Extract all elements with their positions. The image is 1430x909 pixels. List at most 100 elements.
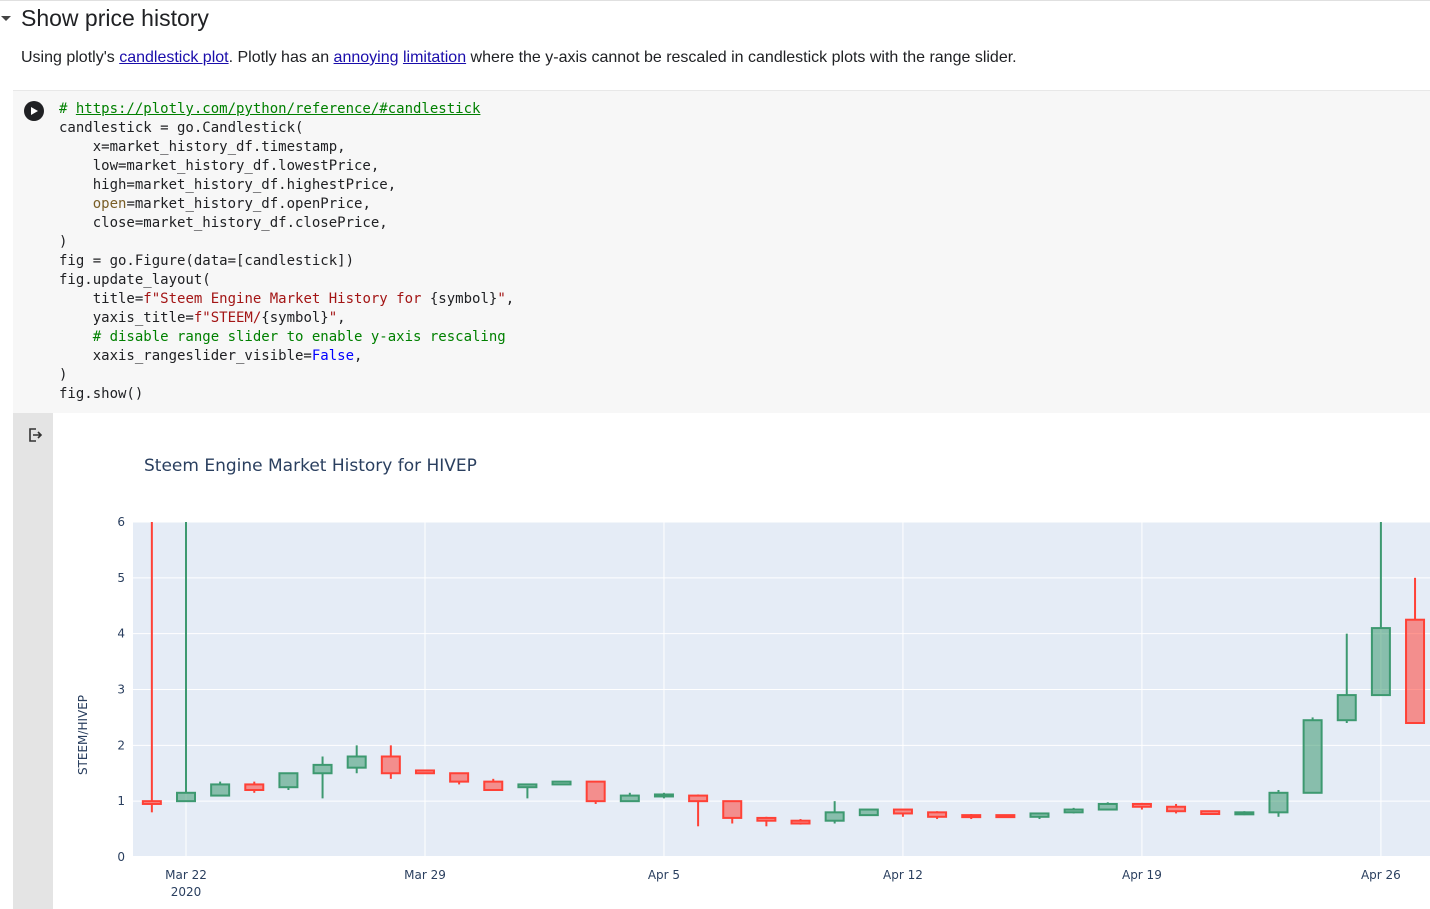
candle-increasing bbox=[1097, 802, 1118, 811]
yaxis-comma: , bbox=[337, 310, 346, 326]
x-tick-label: Apr 26 bbox=[1361, 868, 1401, 882]
output-gutter bbox=[13, 413, 53, 909]
candle-increasing bbox=[551, 780, 572, 786]
code-line-2: candlestick = go.Candlestick( bbox=[59, 120, 304, 136]
candle-increasing bbox=[858, 808, 879, 817]
candle-body bbox=[483, 780, 504, 791]
section-title: Show price history bbox=[21, 4, 209, 31]
x-tick-label: Apr 5 bbox=[648, 868, 680, 882]
title-arg: title= bbox=[59, 291, 144, 307]
candle-decreasing bbox=[995, 814, 1016, 819]
code-line-11: title=f"Steem Engine Market History for … bbox=[59, 291, 514, 307]
candle-decreasing bbox=[414, 769, 435, 775]
candle-increasing bbox=[1063, 807, 1084, 814]
candle-body bbox=[619, 794, 640, 803]
open-rest: =market_history_df.openPrice, bbox=[126, 196, 371, 212]
candle-body bbox=[1234, 811, 1255, 816]
code-line-14: xaxis_rangeslider_visible=False, bbox=[59, 348, 363, 364]
y-tick-label: 3 bbox=[117, 683, 125, 697]
yaxis-arg: yaxis_title= bbox=[59, 310, 194, 326]
candle-body bbox=[790, 819, 811, 825]
candle-body bbox=[210, 783, 231, 797]
candle-body bbox=[1200, 810, 1221, 816]
candle-decreasing bbox=[790, 819, 811, 825]
desc-prefix: Using plotly's bbox=[21, 49, 120, 66]
candle-body bbox=[1029, 812, 1050, 818]
desc-mid: . Plotly has an bbox=[228, 49, 334, 66]
false-keyword: False bbox=[311, 348, 355, 364]
code-cell[interactable]: # https://plotly.com/python/reference/#c… bbox=[13, 90, 1430, 414]
y-tick-label: 5 bbox=[117, 571, 125, 585]
code-line-13: # disable range slider to enable y-axis … bbox=[59, 329, 506, 345]
candle-body bbox=[585, 780, 606, 803]
candle-increasing bbox=[210, 781, 231, 797]
code-line-8: ) bbox=[59, 234, 68, 250]
candlestick-plot-link[interactable]: candlestick plot bbox=[119, 49, 228, 66]
candle-body bbox=[892, 808, 913, 815]
candle-increasing bbox=[1302, 717, 1323, 794]
candle-body bbox=[1405, 618, 1426, 724]
candle-body bbox=[244, 783, 265, 791]
code-line-1: # https://plotly.com/python/reference/#c… bbox=[59, 101, 480, 117]
play-icon[interactable] bbox=[24, 101, 44, 121]
candle-body bbox=[380, 755, 401, 775]
code-editor[interactable]: # https://plotly.com/python/reference/#c… bbox=[59, 100, 514, 404]
candle-body bbox=[858, 808, 879, 817]
y-tick-label: 2 bbox=[117, 738, 125, 752]
candle-body bbox=[688, 794, 709, 803]
code-line-12: yaxis_title=f"STEEM/{symbol}", bbox=[59, 310, 346, 326]
description-text: Using plotly's candlestick plot. Plotly … bbox=[21, 49, 1017, 67]
code-line-3: x=market_history_df.timestamp, bbox=[59, 139, 346, 155]
candle-increasing bbox=[1268, 790, 1289, 817]
candle-body bbox=[1268, 791, 1289, 814]
candlestick-chart[interactable]: 0 1 2 3 4 5 6 Mar 22 2020 Mar 29 Apr 5 Apr 12 Apr 19… bbox=[53, 413, 1430, 909]
candle-body bbox=[449, 772, 470, 783]
x-tick-label: Mar 22 bbox=[165, 868, 207, 882]
rangeslider-arg: xaxis_rangeslider_visible= bbox=[59, 348, 312, 364]
comment-url-link[interactable]: https://plotly.com/python/reference/#can… bbox=[76, 101, 481, 117]
title-comma: , bbox=[505, 291, 515, 307]
candle-body bbox=[1370, 627, 1391, 697]
candle-body bbox=[1063, 808, 1084, 814]
limitation-link[interactable]: limitation bbox=[403, 49, 466, 66]
candle-body bbox=[517, 783, 538, 789]
x-tick-label: Mar 29 bbox=[404, 868, 446, 882]
code-line-6: open=market_history_df.openPrice, bbox=[59, 196, 371, 212]
y-tick-label: 4 bbox=[117, 627, 125, 641]
output-redirect-icon[interactable] bbox=[27, 427, 43, 443]
candle-body bbox=[414, 769, 435, 775]
open-keyword: open bbox=[92, 196, 127, 212]
candle-body bbox=[176, 791, 196, 803]
plot-output[interactable]: Steem Engine Market History for HIVEP ST… bbox=[53, 413, 1430, 909]
caret-down-icon[interactable] bbox=[0, 12, 12, 24]
y-tick-label: 6 bbox=[117, 515, 125, 529]
x-tick-label: Apr 19 bbox=[1122, 868, 1162, 882]
code-line-16: fig.show() bbox=[59, 386, 144, 402]
candle-body bbox=[961, 814, 982, 819]
code-line-15: ) bbox=[59, 367, 68, 383]
rangeslider-comma: , bbox=[354, 348, 363, 364]
candle-body bbox=[1166, 805, 1187, 813]
x-tick-sublabel: 2020 bbox=[171, 885, 202, 899]
candle-body bbox=[722, 800, 743, 819]
annoying-link[interactable]: annoying bbox=[334, 49, 399, 66]
candle-body bbox=[756, 816, 777, 822]
candle-body bbox=[1302, 719, 1323, 794]
y-tick-label: 0 bbox=[117, 850, 125, 864]
candle-increasing bbox=[278, 772, 299, 790]
candle-body bbox=[346, 755, 367, 769]
candle-increasing bbox=[1234, 811, 1255, 816]
comment-hash: # bbox=[59, 101, 76, 117]
code-line-9: fig = go.Figure(data=[candlestick]) bbox=[59, 253, 355, 269]
candle-body bbox=[927, 811, 948, 818]
title-var: {symbol} bbox=[429, 291, 498, 307]
candle-body bbox=[551, 780, 572, 786]
code-line-5: high=market_history_df.highestPrice, bbox=[59, 177, 397, 193]
code-line-4: low=market_history_df.lowestPrice, bbox=[59, 158, 380, 174]
candle-body bbox=[995, 814, 1016, 819]
section-header[interactable]: Show price history bbox=[0, 4, 209, 32]
title-string-start: f"Steem Engine Market History for bbox=[143, 291, 430, 307]
candle-body bbox=[1097, 802, 1118, 811]
yaxis-string-start: f"STEEM/ bbox=[193, 310, 262, 326]
